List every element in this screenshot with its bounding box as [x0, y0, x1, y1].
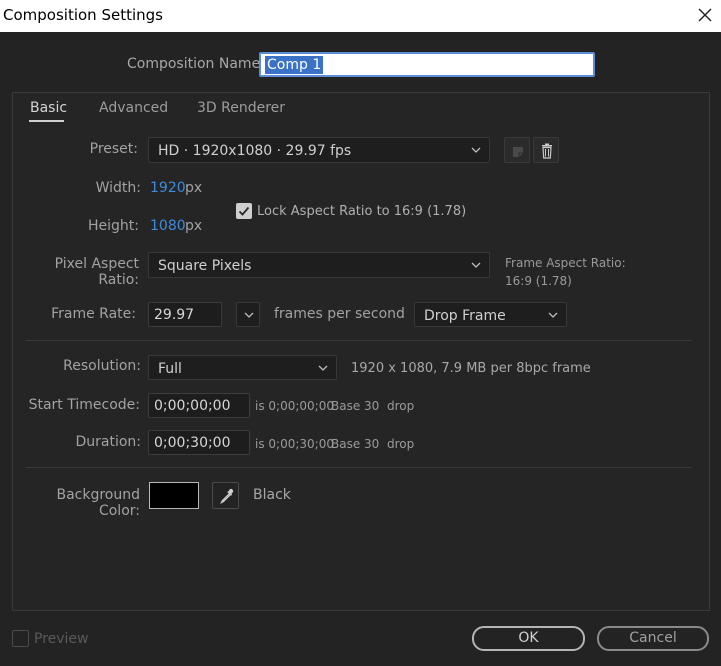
trash-icon [542, 143, 552, 159]
height-unit: px [185, 218, 203, 234]
resolution-dropdown[interactable]: Full [148, 355, 337, 380]
start-timecode-input[interactable]: 0;00;00;00 [148, 393, 250, 418]
height-value[interactable]: 1080 [150, 218, 186, 234]
lock-aspect-checkbox[interactable] [236, 203, 252, 219]
preview-label: Preview [34, 631, 89, 647]
frame-rate-value: 29.97 [154, 307, 195, 323]
tab-advanced[interactable]: Advanced [99, 100, 168, 116]
chevron-down-icon [244, 312, 254, 318]
preset-value: HD · 1920x1080 · 29.97 fps [158, 143, 352, 159]
delete-preset-button[interactable] [533, 137, 559, 163]
start-timecode-value: 0;00;00;00 [154, 398, 231, 414]
composition-name-input[interactable]: Comp 1 [259, 52, 595, 77]
window-title: Composition Settings [3, 6, 163, 24]
start-timecode-info: is 0;00;00;00 [255, 399, 334, 413]
lock-aspect-label: Lock Aspect Ratio to 16:9 (1.78) [257, 204, 467, 219]
frame-rate-unit: frames per second [274, 306, 405, 322]
close-icon [698, 8, 712, 22]
close-button[interactable] [689, 0, 721, 32]
eyedropper-icon [220, 488, 234, 504]
width-value[interactable]: 1920 [150, 180, 186, 196]
new-preset-icon [513, 147, 523, 157]
cancel-button[interactable]: Cancel [597, 626, 709, 651]
new-preset-button[interactable] [504, 137, 530, 163]
start-timecode-base: Base 30 [331, 399, 380, 413]
preset-dropdown[interactable]: HD · 1920x1080 · 29.97 fps [148, 137, 490, 163]
drop-frame-value: Drop Frame [424, 308, 506, 324]
title-bar: Composition Settings [0, 0, 721, 32]
width-label: Width: [95, 180, 141, 196]
chevron-down-icon [471, 147, 481, 153]
resolution-value: Full [158, 361, 182, 377]
settings-panel [12, 92, 710, 611]
pixel-aspect-value: Square Pixels [158, 258, 252, 274]
duration-info: is 0;00;30;00 [255, 437, 334, 451]
duration-drop: drop [387, 437, 415, 451]
resolution-label: Resolution: [63, 358, 141, 374]
frame-aspect-value: 16:9 (1.78) [505, 274, 572, 288]
height-label: Height: [88, 218, 139, 234]
preview-checkbox[interactable] [12, 630, 29, 647]
frame-rate-label: Frame Rate: [51, 306, 136, 322]
start-timecode-drop: drop [387, 399, 415, 413]
divider [26, 467, 692, 468]
duration-base: Base 30 [331, 437, 380, 451]
chevron-down-icon [471, 262, 481, 268]
pixel-aspect-dropdown[interactable]: Square Pixels [148, 252, 490, 278]
duration-input[interactable]: 0;00;30;00 [148, 430, 250, 455]
drop-frame-dropdown[interactable]: Drop Frame [414, 302, 567, 327]
chevron-down-icon [318, 365, 328, 371]
composition-name-value: Comp 1 [265, 56, 324, 74]
divider [26, 340, 692, 341]
frame-rate-presets-button[interactable] [236, 302, 260, 327]
eyedropper-button[interactable] [212, 482, 239, 509]
frame-aspect-label: Frame Aspect Ratio: [505, 256, 626, 270]
pixel-aspect-label: Pixel Aspect Ratio: [54, 256, 139, 288]
background-color-swatch[interactable] [149, 482, 199, 509]
background-color-label: Background Color: [56, 487, 140, 519]
tab-basic[interactable]: Basic [30, 100, 67, 116]
background-color-name: Black [253, 487, 291, 503]
composition-name-label: Composition Name: [127, 56, 265, 72]
width-unit: px [185, 180, 203, 196]
frame-rate-input[interactable]: 29.97 [148, 302, 222, 327]
resolution-info: 1920 x 1080, 7.9 MB per 8bpc frame [351, 361, 591, 376]
tab-basic-underline [29, 120, 64, 122]
start-timecode-label: Start Timecode: [28, 397, 140, 413]
duration-value: 0;00;30;00 [154, 435, 231, 451]
checkmark-icon [238, 206, 250, 216]
preset-label: Preset: [89, 141, 138, 157]
ok-button[interactable]: OK [472, 626, 585, 651]
chevron-down-icon [548, 312, 558, 318]
duration-label: Duration: [75, 434, 141, 450]
tab-3d-renderer[interactable]: 3D Renderer [197, 100, 285, 116]
